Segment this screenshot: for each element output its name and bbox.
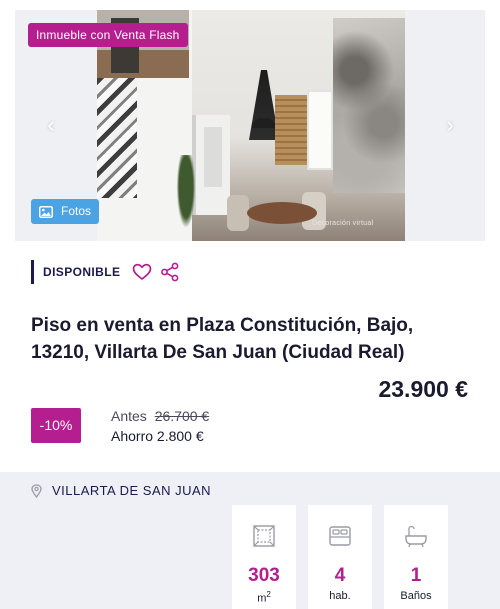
photos-button-label: Fotos bbox=[61, 204, 92, 218]
venta-flash-badge: Inmueble con Venta Flash bbox=[28, 23, 188, 47]
availability-status: DISPONIBLE bbox=[31, 260, 120, 284]
feature-area-unit: m2 bbox=[257, 590, 271, 605]
feature-baths: 1 Baños bbox=[384, 505, 448, 609]
photo-window bbox=[307, 90, 333, 170]
photos-button[interactable]: Fotos bbox=[31, 199, 99, 224]
photo-watermark: Decoración virtual bbox=[312, 220, 374, 227]
location: VILLARTA DE SAN JUAN bbox=[31, 483, 211, 498]
feature-baths-value: 1 bbox=[410, 565, 422, 586]
bed-icon bbox=[329, 526, 351, 546]
previous-price-value: 26.700 € bbox=[154, 408, 210, 424]
bathtub-icon bbox=[405, 525, 427, 548]
photo-table bbox=[247, 202, 317, 224]
photo-artwork bbox=[333, 18, 405, 193]
floor-plan-icon bbox=[253, 525, 275, 547]
feature-baths-unit: Baños bbox=[400, 590, 432, 602]
feature-rooms: 4 hab. bbox=[308, 505, 372, 609]
saving-amount: Ahorro 2.800 € bbox=[111, 428, 204, 444]
photo-lamp bbox=[252, 118, 276, 128]
photo-corridor bbox=[192, 115, 230, 215]
map-pin-icon bbox=[31, 483, 42, 498]
photo-chair bbox=[227, 195, 249, 231]
feature-area: 303 m2 bbox=[232, 505, 296, 609]
image-icon bbox=[39, 205, 53, 218]
previous-price: Antes 26.700 € bbox=[111, 408, 209, 424]
listing-price: 23.900 € bbox=[378, 376, 468, 402]
discount-badge: -10% bbox=[31, 408, 81, 443]
chevron-right-icon[interactable]: › bbox=[438, 113, 462, 137]
feature-area-value: 303 bbox=[248, 565, 280, 586]
heart-icon[interactable] bbox=[132, 262, 152, 282]
listing-title: Piso en venta en Plaza Constitución, Baj… bbox=[31, 315, 414, 363]
photo-plant bbox=[175, 155, 197, 235]
feature-rooms-value: 4 bbox=[334, 565, 346, 586]
previous-price-label: Antes bbox=[111, 408, 147, 424]
share-icon[interactable] bbox=[160, 262, 180, 282]
photo-blind bbox=[275, 95, 307, 165]
chevron-left-icon[interactable]: ‹ bbox=[39, 113, 63, 137]
feature-rooms-unit: hab. bbox=[329, 590, 351, 602]
photo-graffiti-wall bbox=[97, 78, 137, 198]
location-name: VILLARTA DE SAN JUAN bbox=[52, 483, 212, 498]
